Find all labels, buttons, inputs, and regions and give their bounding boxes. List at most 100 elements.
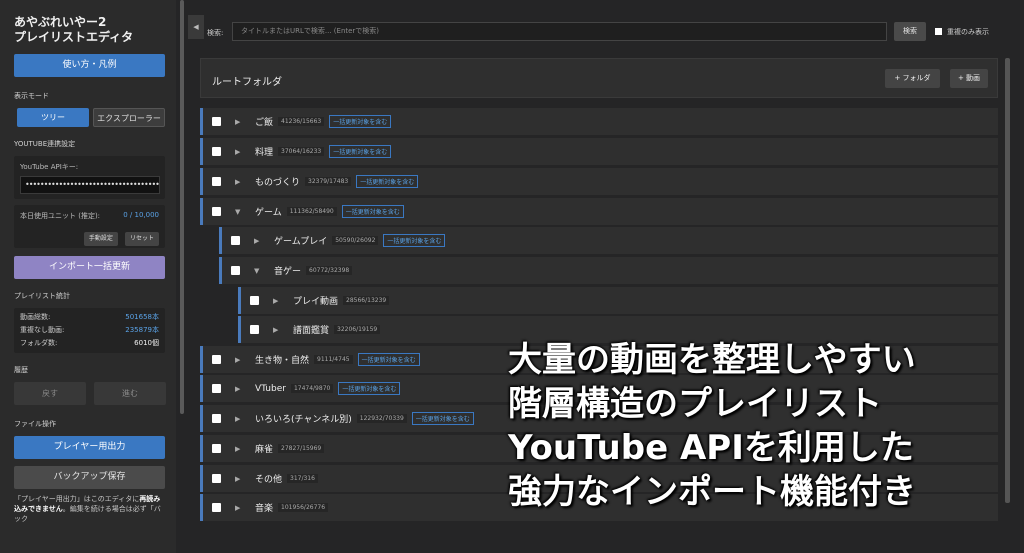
bulk-update-badge: 一括更新対象を含む <box>341 205 404 218</box>
bulk-update-badge: 一括更新対象を含む <box>338 382 401 395</box>
promo-line-3: YouTube APIを利用した <box>508 428 914 468</box>
add-video-button[interactable]: + 動画 <box>950 69 988 88</box>
caret-right-icon[interactable]: ▶ <box>235 356 243 364</box>
bulk-update-badge: 一括更新対象を含む <box>329 145 392 158</box>
caret-right-icon[interactable]: ▶ <box>235 415 243 423</box>
row-checkbox[interactable] <box>250 325 259 334</box>
promo-line-2: 階層構造のプレイリスト <box>508 384 882 424</box>
caret-right-icon[interactable]: ▶ <box>235 178 243 186</box>
collapse-sidebar-icon[interactable]: ◀ <box>188 15 204 39</box>
youtube-section-label: YOUTUBE連携設定 <box>14 140 76 148</box>
help-button[interactable]: 使い方・凡例 <box>14 54 165 77</box>
api-key-label: YouTube APIキー: <box>20 163 79 171</box>
caret-right-icon[interactable]: ▶ <box>235 148 243 156</box>
folder-name: 音ゲー <box>274 267 302 277</box>
tree-row[interactable]: ▶ 料理 37064/16233 一括更新対象を含む <box>200 138 998 165</box>
promo-line-4: 強力なインポート機能付き <box>508 472 916 512</box>
row-checkbox[interactable] <box>250 296 259 305</box>
folder-count: 41236/15663 <box>278 117 325 126</box>
history-label: 履歴 <box>14 366 28 374</box>
row-checkbox[interactable] <box>212 177 221 186</box>
tree-row[interactable]: ▼ ゲーム 111362/58490 一括更新対象を含む <box>200 198 998 225</box>
bulk-update-badge: 一括更新対象を含む <box>383 234 446 247</box>
redo-button[interactable]: 進む <box>94 382 166 405</box>
search-button[interactable]: 検索 <box>894 22 926 41</box>
root-folder-title: ルートフォルダ <box>212 77 282 88</box>
folder-count: 32206/19159 <box>334 325 381 334</box>
api-key-panel: YouTube APIキー: •••••••••••••••••••••••••… <box>14 156 165 199</box>
folder-count: 28566/13239 <box>343 296 390 305</box>
units-value: 0 / 10,000 <box>123 211 159 219</box>
row-checkbox[interactable] <box>212 384 221 393</box>
caret-right-icon[interactable]: ▶ <box>235 118 243 126</box>
caret-right-icon[interactable]: ▶ <box>254 237 262 245</box>
dup-only-checkbox[interactable] <box>935 28 942 35</box>
app-title: あやぶれいやー2 プレイリストエディタ <box>14 15 166 45</box>
units-panel: 本日使用ユニット (推定): 0 / 10,000 手動設定 リセット <box>14 205 165 248</box>
folder-count: 17474/9870 <box>290 384 334 393</box>
row-checkbox[interactable] <box>212 474 221 483</box>
manual-set-button[interactable]: 手動設定 <box>83 232 118 246</box>
folder-count: 122932/70339 <box>356 414 407 423</box>
folder-name: 音楽 <box>255 504 274 514</box>
folder-name: ご飯 <box>255 118 274 128</box>
row-checkbox[interactable] <box>212 147 221 156</box>
row-checkbox[interactable] <box>231 236 240 245</box>
sidebar-scrollbar[interactable] <box>180 0 184 414</box>
import-bulk-update-button[interactable]: インポート一括更新 <box>14 256 165 279</box>
folder-count: 9111/4745 <box>314 355 353 364</box>
folder-name: 生き物・自然 <box>255 356 310 366</box>
folder-name: 麻雀 <box>255 445 274 455</box>
row-checkbox[interactable] <box>212 503 221 512</box>
bulk-update-badge: 一括更新対象を含む <box>411 412 474 425</box>
caret-right-icon[interactable]: ▶ <box>235 445 243 453</box>
folder-name: その他 <box>255 475 283 485</box>
backup-save-button[interactable]: バックアップ保存 <box>14 466 165 489</box>
folder-name: VTuber <box>255 383 286 394</box>
row-checkbox[interactable] <box>212 117 221 126</box>
caret-right-icon[interactable]: ▶ <box>273 297 281 305</box>
stat-folders: フォルダ数: 6010個 <box>20 339 159 347</box>
folder-count: 27827/15969 <box>278 444 325 453</box>
caret-down-icon[interactable]: ▼ <box>235 208 243 216</box>
mode-explorer-button[interactable]: エクスプローラー <box>93 108 165 127</box>
api-key-input[interactable]: •••••••••••••••••••••••••••••••••••••• <box>20 176 160 194</box>
row-checkbox[interactable] <box>212 444 221 453</box>
units-label: 本日使用ユニット (推定): <box>20 212 101 220</box>
row-checkbox[interactable] <box>212 414 221 423</box>
caret-right-icon[interactable]: ▶ <box>235 504 243 512</box>
tree-row[interactable]: ▶ プレイ動画 28566/13239 <box>238 287 998 314</box>
folder-count: 32379/17483 <box>305 177 352 186</box>
mode-tree-button[interactable]: ツリー <box>17 108 89 127</box>
caret-down-icon[interactable]: ▼ <box>254 267 262 275</box>
caret-right-icon[interactable]: ▶ <box>235 385 243 393</box>
output-note: 「プレイヤー用出力」はこのエディタに再読み込みできません。編集を続ける場合は必ず… <box>14 495 161 523</box>
promo-overlay: 大量の動画を整理しやすい 階層構造のプレイリスト YouTube APIを利用し… <box>508 338 916 514</box>
tree-row[interactable]: ▶ ものづくり 32379/17483 一括更新対象を含む <box>200 168 998 195</box>
tree-row[interactable]: ▼ 音ゲー 60772/32398 <box>219 257 998 284</box>
promo-line-1: 大量の動画を整理しやすい <box>508 340 916 380</box>
tree-row[interactable]: ▶ ゲームプレイ 50590/26092 一括更新対象を含む <box>219 227 998 254</box>
add-folder-button[interactable]: + フォルダ <box>885 69 940 88</box>
player-output-button[interactable]: プレイヤー用出力 <box>14 436 165 459</box>
folder-name: ゲーム <box>255 208 282 218</box>
tree-row[interactable]: ▶ ご飯 41236/15663 一括更新対象を含む <box>200 108 998 135</box>
row-checkbox[interactable] <box>231 266 240 275</box>
app-title-line1: あやぶれいやー2 <box>14 15 107 29</box>
folder-name: ゲームプレイ <box>274 237 328 247</box>
main-scrollbar[interactable] <box>1005 58 1010 503</box>
reset-button[interactable]: リセット <box>124 232 159 246</box>
caret-right-icon[interactable]: ▶ <box>235 475 243 483</box>
bulk-update-badge: 一括更新対象を含む <box>329 115 392 128</box>
folder-name: いろいろ(チャンネル別) <box>255 415 352 425</box>
search-input[interactable]: タイトルまたはURLで検索... (Enterで検索) <box>232 22 887 41</box>
folder-count: 317/316 <box>287 474 318 483</box>
folder-count: 101956/26776 <box>278 503 329 512</box>
stat-total: 動画総数: 501658本 <box>20 313 159 321</box>
row-checkbox[interactable] <box>212 355 221 364</box>
dup-only-label: 重複のみ表示 <box>947 28 989 36</box>
caret-right-icon[interactable]: ▶ <box>273 326 281 334</box>
row-checkbox[interactable] <box>212 207 221 216</box>
folder-name: 譜面鑑賞 <box>293 326 330 336</box>
undo-button[interactable]: 戻す <box>14 382 86 405</box>
